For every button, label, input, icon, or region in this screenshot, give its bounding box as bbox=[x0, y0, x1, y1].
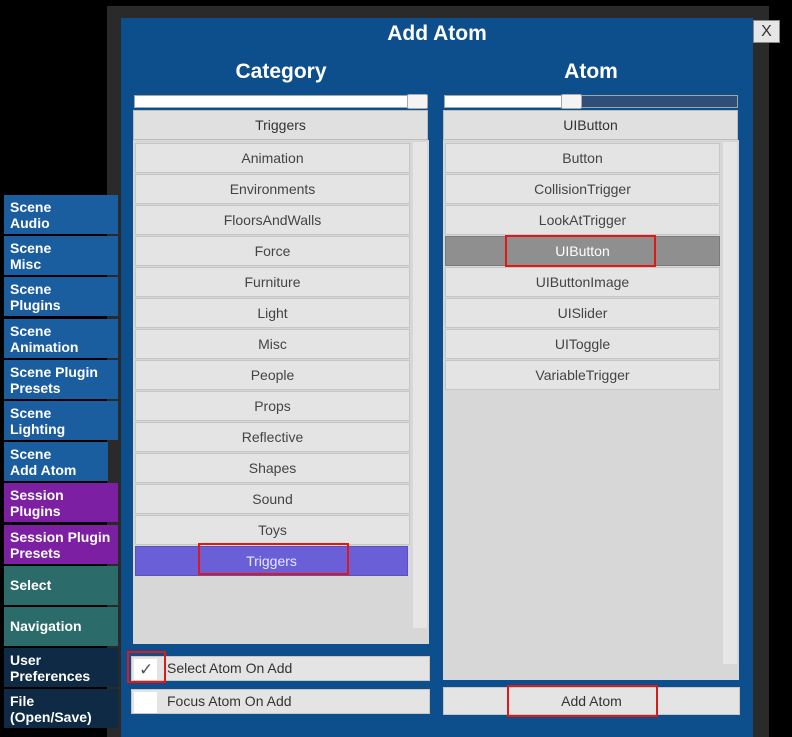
sidebar-tab-label: Scene bbox=[10, 281, 52, 298]
sidebar-tab[interactable]: Scene Add Atom bbox=[4, 442, 108, 482]
sidebar-tab[interactable]: User Preferences bbox=[4, 648, 118, 688]
category-scroll-slider[interactable] bbox=[134, 95, 428, 108]
sidebar-tab[interactable]: Scene Lighting bbox=[4, 401, 118, 440]
atom-list-item[interactable]: CollisionTrigger bbox=[445, 174, 720, 204]
sidebar-tab-label: Audio bbox=[10, 215, 50, 231]
sidebar-tab-label: Scene bbox=[10, 322, 52, 339]
sidebar-tab-label: Scene bbox=[10, 199, 52, 215]
sidebar-tab-label: Navigation bbox=[10, 618, 82, 634]
atom-list-item[interactable]: Button bbox=[445, 143, 720, 173]
sidebar-tab-label: File bbox=[10, 693, 35, 710]
category-slider-handle[interactable] bbox=[407, 94, 428, 109]
atom-scroll-slider[interactable] bbox=[444, 95, 738, 108]
sidebar-tab[interactable]: Scene Audio bbox=[4, 195, 118, 234]
focus-atom-on-add-label: Focus Atom On Add bbox=[167, 693, 292, 709]
sidebar-tab[interactable]: Session Plugin Presets bbox=[4, 524, 118, 564]
atom-slider-handle[interactable] bbox=[561, 94, 583, 109]
focus-atom-on-add-checkbox[interactable] bbox=[134, 692, 157, 713]
category-list-item[interactable]: Animation bbox=[135, 143, 410, 173]
select-atom-on-add-label: Select Atom On Add bbox=[167, 660, 293, 676]
category-list-item[interactable]: Environments bbox=[135, 174, 410, 204]
category-list-item[interactable]: Props bbox=[135, 391, 410, 421]
sidebar-tab-label: Misc bbox=[10, 256, 42, 273]
focus-atom-on-add-toggle[interactable]: Focus Atom On Add bbox=[131, 689, 430, 714]
atom-list-item[interactable]: UIButton bbox=[445, 236, 720, 266]
sidebar-tab[interactable]: Scene Plugins bbox=[4, 277, 118, 317]
sidebar-tab-label: Animation bbox=[10, 338, 79, 355]
sidebar-tab-label: Preferences bbox=[10, 668, 91, 685]
category-list-item[interactable]: People bbox=[135, 360, 410, 390]
category-list-item[interactable]: Triggers bbox=[135, 546, 408, 576]
sidebar-tab[interactable]: Navigation bbox=[4, 607, 118, 646]
sidebar-tab-label: Session bbox=[10, 487, 64, 504]
atom-list-scrollbar[interactable] bbox=[723, 142, 737, 664]
sidebar-tab[interactable]: Scene Plugin Presets bbox=[4, 359, 118, 399]
sidebar-tab[interactable]: Session Plugins bbox=[4, 483, 118, 523]
atom-list-item[interactable]: UIButtonImage bbox=[445, 267, 720, 297]
category-list-item[interactable]: Toys bbox=[135, 515, 410, 545]
sidebar-tab-label: Add Atom bbox=[10, 462, 77, 479]
atom-list-item[interactable]: UISlider bbox=[445, 298, 720, 328]
sidebar-tab[interactable]: Scene Misc bbox=[4, 236, 118, 276]
dialog-title: Add Atom bbox=[387, 22, 487, 45]
category-list-item[interactable]: Reflective bbox=[135, 422, 410, 452]
select-atom-on-add-toggle[interactable]: ✓ Select Atom On Add bbox=[131, 656, 430, 681]
atom-selected-field[interactable]: UIButton bbox=[443, 110, 738, 140]
select-atom-on-add-checkbox[interactable]: ✓ bbox=[134, 659, 157, 680]
sidebar-tab-label: Select bbox=[10, 576, 52, 593]
atom-list-item[interactable]: VariableTrigger bbox=[445, 360, 720, 390]
category-list-item[interactable]: Light bbox=[135, 298, 410, 328]
sidebar-tab-label: (Open/Save) bbox=[10, 709, 92, 726]
category-list-item[interactable]: Misc bbox=[135, 329, 410, 359]
category-list-item[interactable]: Force bbox=[135, 236, 410, 266]
atom-header: Atom bbox=[564, 60, 618, 83]
atom-list-item[interactable]: UIToggle bbox=[445, 329, 720, 359]
category-list-item[interactable]: Sound bbox=[135, 484, 410, 514]
sidebar-tab-label: Scene bbox=[10, 446, 52, 463]
sidebar-tab-label: Lighting bbox=[10, 421, 66, 437]
category-header: Category bbox=[235, 60, 327, 83]
atom-list-item[interactable]: LookAtTrigger bbox=[445, 205, 720, 235]
sidebar-tab-label: Plugins bbox=[10, 503, 61, 520]
checkmark-icon: ✓ bbox=[139, 660, 154, 679]
sidebar-tab[interactable]: File (Open/Save) bbox=[4, 689, 118, 729]
add-atom-button[interactable]: Add Atom bbox=[443, 687, 740, 715]
sidebar-tab-label: User bbox=[10, 652, 42, 669]
close-button[interactable]: X bbox=[753, 20, 780, 43]
sidebar-tab-label: Plugins bbox=[10, 297, 61, 314]
sidebar-tab-label: Presets bbox=[10, 544, 61, 561]
sidebar-tab-label: Scene bbox=[10, 240, 52, 257]
category-selected-field[interactable]: Triggers bbox=[133, 110, 428, 140]
sidebar-tab-label: Scene Plugin bbox=[10, 363, 98, 380]
sidebar-tab-label: Scene bbox=[10, 405, 52, 421]
category-list-item[interactable]: Shapes bbox=[135, 453, 410, 483]
sidebar-tab-label: Presets bbox=[10, 379, 61, 396]
category-list-item[interactable]: Furniture bbox=[135, 267, 410, 297]
sidebar-tab[interactable]: Scene Animation bbox=[4, 318, 118, 358]
category-list-scrollbar[interactable] bbox=[413, 142, 427, 628]
category-list-item[interactable]: FloorsAndWalls bbox=[135, 205, 410, 235]
sidebar-tab-label: Session Plugin bbox=[10, 528, 111, 545]
sidebar-tab[interactable]: Select bbox=[4, 565, 118, 605]
